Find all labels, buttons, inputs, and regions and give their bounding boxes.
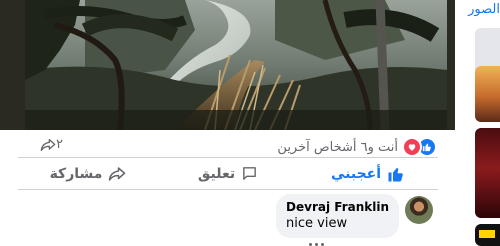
share-button[interactable]: مشاركة [18,158,158,189]
divider [18,189,438,190]
more-indicator [309,240,335,246]
sidebar-photo-thumb[interactable] [475,66,500,122]
sidebar-photo-thumb[interactable] [475,224,500,246]
comment-button[interactable]: تعليق [158,158,298,189]
share-label: مشاركة [49,165,103,182]
comment-bubble: Devraj Franklin nice view [276,194,399,238]
like-label: أعجبني [330,165,382,182]
reactions-row: أنت و٦ أشخاص آخرين ٢ [0,134,455,157]
comment-item: Devraj Franklin nice view [276,194,433,238]
post-photo[interactable] [25,0,447,130]
post-card: أنت و٦ أشخاص آخرين ٢ أعجبني تعليق مشاركة… [0,0,456,246]
comment-icon [243,167,256,180]
post-actions: أعجبني تعليق مشاركة [18,158,438,189]
reactions-summary[interactable]: أنت و٦ أشخاص آخرين [277,137,437,157]
share-icon [109,166,126,181]
love-icon [402,137,422,157]
sidebar-title[interactable]: الصور [455,2,500,17]
comment-author[interactable]: Devraj Franklin [286,200,389,214]
thumbs-up-icon [388,167,403,182]
sidebar-photo-thumb[interactable] [475,128,500,218]
sidebar-photos: الصور [455,0,500,246]
share-icon [40,138,56,151]
shares-count-text: ٢ [56,137,63,152]
comment-text: nice view [286,216,348,231]
post-photo-frame[interactable] [0,0,455,130]
avatar[interactable] [405,196,433,224]
like-button[interactable]: أعجبني [298,158,438,189]
shares-count[interactable]: ٢ [38,137,63,152]
reactions-text[interactable]: أنت و٦ أشخاص آخرين [277,140,398,155]
comment-label: تعليق [197,165,236,182]
